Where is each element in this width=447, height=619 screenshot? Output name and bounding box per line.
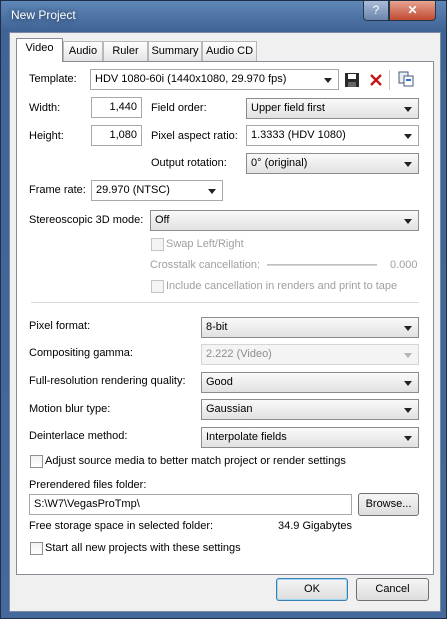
motion-blur-value: Gaussian	[206, 403, 253, 415]
chevron-down-icon	[404, 436, 412, 441]
tab-video[interactable]: Video	[16, 38, 63, 62]
ok-button[interactable]: OK	[276, 578, 348, 601]
delete-icon[interactable]	[368, 72, 384, 88]
title-bar[interactable]: New Project ? ✕	[1, 1, 447, 31]
full-res-value: Good	[206, 376, 233, 388]
stereo-label: Stereoscopic 3D mode:	[29, 214, 144, 226]
crosstalk-label: Crosstalk cancellation:	[150, 259, 261, 271]
free-storage-value: 34.9 Gigabytes	[278, 520, 352, 532]
pixel-format-value: 8-bit	[206, 321, 228, 333]
pixel-format-combo[interactable]: 8-bit	[201, 317, 419, 338]
deinterlace-combo[interactable]: Interpolate fields	[201, 427, 419, 448]
chevron-down-icon	[404, 162, 412, 167]
swap-checkbox[interactable]	[151, 238, 164, 251]
chevron-down-icon	[404, 219, 412, 224]
frame-rate-value: 29.970 (NTSC)	[96, 184, 170, 196]
adjust-source-label: Adjust source media to better match proj…	[45, 455, 346, 467]
chevron-down-icon	[404, 353, 412, 358]
template-label: Template:	[29, 73, 77, 85]
full-res-combo[interactable]: Good	[201, 372, 419, 393]
stereo-value: Off	[155, 214, 170, 226]
full-res-label: Full-resolution rendering quality:	[29, 375, 186, 387]
crosstalk-value: 0.000	[390, 259, 418, 271]
tab-audio-cd[interactable]: Audio CD	[202, 41, 257, 61]
free-storage-label: Free storage space in selected folder:	[29, 520, 214, 532]
deinterlace-value: Interpolate fields	[206, 431, 287, 443]
tab-summary[interactable]: Summary	[148, 41, 202, 61]
chevron-down-icon	[404, 381, 412, 386]
match-media-icon[interactable]	[398, 71, 414, 87]
video-tab-panel: Template: HDV 1080-60i (1440x1080, 29.97…	[16, 61, 434, 575]
new-project-window: New Project ? ✕ Video Audio Ruler Summar…	[0, 0, 447, 619]
pixel-aspect-combo[interactable]: 1.3333 (HDV 1080)	[246, 125, 419, 146]
start-all-label: Start all new projects with these settin…	[45, 542, 241, 554]
stereo-combo[interactable]: Off	[150, 210, 419, 231]
tab-ruler[interactable]: Ruler	[103, 41, 148, 61]
crosstalk-slider[interactable]	[267, 264, 377, 266]
width-field[interactable]: 1,440	[91, 97, 142, 118]
frame-rate-combo[interactable]: 29.970 (NTSC)	[91, 180, 223, 201]
template-value: HDV 1080-60i (1440x1080, 29.970 fps)	[95, 73, 287, 85]
browse-button[interactable]: Browse...	[358, 493, 419, 516]
deinterlace-label: Deinterlace method:	[29, 430, 128, 442]
adjust-source-checkbox[interactable]	[30, 455, 43, 468]
width-label: Width:	[29, 102, 61, 114]
help-button[interactable]: ?	[363, 1, 389, 21]
save-icon[interactable]	[344, 72, 360, 88]
divider	[31, 302, 419, 303]
window-title: New Project	[11, 8, 76, 22]
chevron-down-icon	[324, 78, 332, 83]
motion-blur-label: Motion blur type:	[29, 403, 111, 415]
include-cancel-label: Include cancellation in renders and prin…	[166, 280, 398, 292]
tab-audio[interactable]: Audio	[63, 41, 103, 61]
template-combo[interactable]: HDV 1080-60i (1440x1080, 29.970 fps)	[90, 69, 339, 90]
height-field[interactable]: 1,080	[91, 125, 142, 146]
compositing-gamma-combo[interactable]: 2.222 (Video)	[201, 344, 419, 365]
compositing-gamma-value: 2.222 (Video)	[206, 348, 272, 360]
toolbar-divider	[389, 70, 390, 90]
close-button[interactable]: ✕	[389, 1, 436, 21]
cancel-button[interactable]: Cancel	[356, 578, 429, 601]
frame-rate-label: Frame rate:	[29, 184, 86, 196]
output-rotation-label: Output rotation:	[151, 157, 227, 169]
pixel-format-label: Pixel format:	[29, 320, 91, 332]
swap-label: Swap Left/Right	[166, 238, 244, 250]
output-rotation-combo[interactable]: 0° (original)	[246, 153, 419, 174]
pixel-aspect-label: Pixel aspect ratio:	[151, 130, 238, 142]
pixel-aspect-value: 1.3333 (HDV 1080)	[251, 129, 346, 141]
compositing-gamma-label: Compositing gamma:	[29, 347, 133, 359]
prerendered-label: Prerendered files folder:	[29, 479, 147, 491]
chevron-down-icon	[208, 189, 216, 194]
chevron-down-icon	[404, 107, 412, 112]
output-rotation-value: 0° (original)	[251, 157, 308, 169]
motion-blur-combo[interactable]: Gaussian	[201, 399, 419, 420]
chevron-down-icon	[404, 326, 412, 331]
field-order-value: Upper field first	[251, 102, 325, 114]
prerendered-folder-field[interactable]: S:\W7\VegasProTmp\	[29, 494, 352, 515]
include-cancel-checkbox[interactable]	[151, 280, 164, 293]
height-label: Height:	[29, 130, 64, 142]
start-all-checkbox[interactable]	[30, 542, 43, 555]
dialog-client: Video Audio Ruler Summary Audio CD Templ…	[9, 32, 441, 612]
field-order-combo[interactable]: Upper field first	[246, 98, 419, 119]
field-order-label: Field order:	[151, 102, 207, 114]
chevron-down-icon	[404, 134, 412, 139]
chevron-down-icon	[404, 408, 412, 413]
